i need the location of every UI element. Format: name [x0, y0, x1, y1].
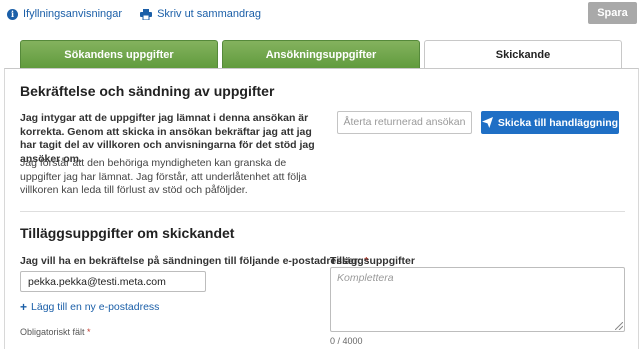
paper-plane-icon	[481, 117, 493, 128]
email-confirmation-label: Jag vill ha en bekräftelse på sändningen…	[20, 255, 368, 267]
tab-application-details[interactable]: Ansökningsuppgifter	[222, 40, 420, 69]
instructions-link[interactable]: i Ifyllningsanvisningar	[7, 8, 122, 20]
email-label-text: Jag vill ha en bekräftelse på sändningen…	[20, 255, 362, 267]
print-summary-link-label: Skriv ut sammandrag	[157, 8, 261, 20]
email-field[interactable]	[20, 271, 206, 292]
plus-icon: +	[20, 300, 28, 314]
submit-for-processing-button[interactable]: Skicka till handläggning	[481, 111, 619, 134]
top-links: i Ifyllningsanvisningar Skriv ut sammand…	[7, 6, 279, 22]
printer-icon	[140, 8, 153, 20]
resize-handle-icon[interactable]	[615, 322, 623, 330]
required-note-marker: *	[87, 327, 91, 337]
additional-info-textarea[interactable]	[330, 267, 625, 332]
required-field-note: Obligatoriskt fält *	[20, 327, 91, 337]
additional-info-label: Tilläggsuppgifter	[330, 255, 415, 267]
character-counter: 0 / 4000	[330, 336, 363, 346]
confirmation-title: Bekräftelse och sändning av uppgifter	[20, 83, 275, 99]
submit-button-label: Skicka till handläggning	[497, 116, 619, 129]
instructions-link-label: Ifyllningsanvisningar	[23, 8, 123, 20]
info-icon: i	[7, 8, 18, 20]
print-summary-link[interactable]: Skriv ut sammandrag	[140, 8, 261, 20]
tab-sending[interactable]: Skickande	[424, 40, 622, 70]
additional-info-title: Tilläggsuppgifter om skickandet	[20, 225, 235, 241]
section-divider	[20, 211, 625, 212]
consequences-text: Jag förstår att den behöriga myndigheten…	[20, 157, 307, 196]
add-email-link[interactable]: + Lägg till en ny e-postadress	[20, 301, 159, 313]
add-email-label: Lägg till en ny e-postadress	[31, 301, 160, 313]
required-note-text: Obligatoriskt fält	[20, 327, 85, 337]
tab-applicant-details[interactable]: Sökandens uppgifter	[20, 40, 218, 69]
restore-returned-application-button[interactable]: Återta returnerad ansökan	[337, 111, 472, 134]
save-button[interactable]: Spara	[588, 2, 637, 24]
